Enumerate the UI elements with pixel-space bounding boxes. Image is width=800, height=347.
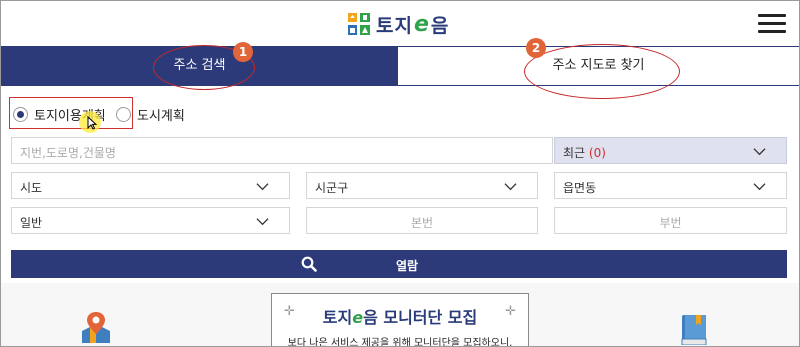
radio-unchecked-icon	[116, 107, 131, 122]
sido-select[interactable]: 시도	[11, 172, 290, 199]
plan-type-radio-group: 토지이용계획 도시계획	[9, 97, 409, 129]
tab-bar: 주소 검색 주소 지도로 찾기	[1, 46, 799, 86]
eupmyeondong-value: 읍면동	[563, 181, 597, 195]
radio-urban-plan[interactable]: 도시계획	[116, 105, 185, 124]
sigungu-select[interactable]: 시군구	[306, 172, 538, 199]
view-button-label: 열람	[396, 259, 419, 273]
logo-text: 토지 e 음	[376, 11, 449, 38]
sub-lot-placeholder: 부번	[659, 216, 682, 230]
sigungu-value: 시군구	[315, 181, 349, 195]
sub-lot-input[interactable]: 부번	[554, 207, 787, 234]
hamburger-icon[interactable]	[758, 14, 786, 34]
annotation-badge-1: 1	[233, 42, 253, 62]
logo-icon	[347, 12, 371, 36]
banner-title-before: 토지	[322, 308, 353, 327]
book-icon[interactable]	[679, 313, 709, 346]
banner-title-e: e	[352, 308, 364, 327]
main-lot-placeholder: 본번	[410, 216, 434, 230]
annotation-badge-2: 2	[526, 38, 546, 58]
banner-title-after: 음 모니터단 모집	[363, 308, 478, 327]
tab-address-search[interactable]: 주소 검색	[1, 47, 398, 85]
logo-text-before: 토지	[376, 14, 413, 37]
app-frame: 토지 e 음 주소 검색 주소 지도로 찾기 1 2 토지이용계획 도시계획 지번,…	[0, 0, 800, 347]
banner-title: 토지e음 모니터단 모집	[272, 304, 528, 328]
sparkle-right-icon: ✛	[505, 304, 516, 319]
sido-value: 시도	[20, 181, 43, 195]
chevron-down-icon	[256, 218, 269, 226]
land-type-select[interactable]: 일반	[11, 207, 290, 234]
search-icon	[301, 256, 317, 272]
land-type-value: 일반	[20, 216, 43, 230]
chevron-down-icon	[753, 183, 766, 191]
address-input[interactable]: 지번,도로명,건물명	[11, 137, 553, 164]
map-pin-icon[interactable]	[80, 311, 112, 346]
tab-map-search[interactable]: 주소 지도로 찾기	[398, 47, 799, 85]
address-placeholder: 지번,도로명,건물명	[20, 146, 116, 160]
chevron-down-icon	[256, 183, 269, 191]
banner-description: 보다 나은 서비스 제공을 위해 모니터단을 모집하오니,	[287, 338, 513, 347]
main-lot-input[interactable]: 본번	[306, 207, 538, 234]
logo[interactable]: 토지 e 음	[347, 11, 449, 38]
monitor-recruit-banner[interactable]: ✛ 토지e음 모니터단 모집 ✛ 보다 나은 서비스 제공을 위해 모니터단을 …	[271, 293, 529, 347]
radio-checked-icon	[13, 107, 28, 122]
logo-text-e: e	[413, 11, 430, 37]
view-button[interactable]: 열람	[11, 250, 787, 278]
recent-dropdown[interactable]: 최근 (0)	[554, 137, 787, 164]
radio-label: 도시계획	[137, 109, 185, 124]
logo-text-after: 음	[430, 14, 450, 37]
header: 토지 e 음	[1, 1, 799, 46]
recent-count: (0)	[588, 146, 606, 160]
mouse-cursor-icon	[87, 115, 98, 134]
eupmyeondong-select[interactable]: 읍면동	[554, 172, 787, 199]
recent-label-wrap: 최근 (0)	[563, 144, 606, 161]
chevron-down-icon	[753, 148, 766, 156]
chevron-down-icon	[504, 183, 517, 191]
recent-label: 최근	[563, 146, 586, 160]
